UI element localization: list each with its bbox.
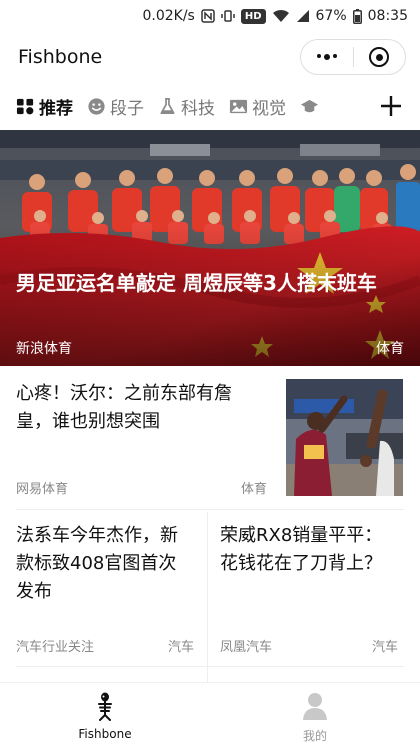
list-item[interactable]: 心疼！沃尔：之前东部有詹皇，谁也别想突围 网易体育 体育: [0, 366, 420, 506]
clock: 08:35: [367, 8, 408, 24]
article-category: 汽车: [167, 640, 194, 655]
more-dots-icon: [316, 54, 337, 60]
battery-percent: 67%: [315, 8, 347, 24]
battery-icon: [352, 8, 362, 24]
hero-source: 新浪体育: [16, 341, 72, 357]
wifi-icon: [272, 9, 290, 23]
hero-article[interactable]: 男足亚运名单敲定 周煜辰等3人搭末班车 新浪体育 体育: [0, 130, 420, 366]
close-miniprogram-button[interactable]: [354, 40, 406, 74]
nfc-icon: [201, 9, 215, 23]
tab-label: 段子: [110, 98, 144, 119]
smiley-icon: [88, 97, 105, 115]
nav-label: Fishbone: [78, 727, 132, 741]
tab-recommend[interactable]: 推荐: [16, 94, 73, 119]
nav-fishbone[interactable]: Fishbone: [0, 683, 210, 747]
article-category: 汽车: [371, 640, 398, 655]
category-tabs: 推荐 段子 科技 视觉: [0, 82, 420, 130]
network-speed: 0.02K/s: [142, 8, 195, 24]
nav-mine[interactable]: 我的: [210, 683, 420, 747]
grid-icon: [16, 98, 34, 114]
hero-title: 男足亚运名单敲定 周煜辰等3人搭末班车: [16, 271, 377, 295]
nav-label: 我的: [302, 729, 327, 743]
add-tab-button[interactable]: [362, 82, 420, 130]
title-bar: Fishbone: [0, 32, 420, 82]
tab-label: 推荐: [39, 98, 73, 119]
bottom-nav: Fishbone 我的: [0, 682, 420, 747]
hd-badge: HD: [240, 8, 266, 24]
article-source: 汽车行业关注: [16, 640, 95, 655]
tab-tech[interactable]: 科技: [158, 94, 215, 119]
article-thumbnail: [286, 379, 403, 496]
divider: [16, 666, 404, 667]
tab-visual[interactable]: 视觉: [229, 94, 286, 119]
flask-icon: [160, 97, 175, 114]
article-title: 法系车今年杰作，新款标致408官图首次发布: [16, 525, 178, 602]
grid-card[interactable]: 荣威RX8销量平平：花钱花在了刀背上？ 凤凰汽车 汽车: [204, 512, 408, 662]
tab-jokes[interactable]: 段子: [87, 94, 144, 119]
hero-category: 体育: [376, 341, 404, 357]
status-bar: 0.02K/s HD 67% 08:35: [0, 0, 420, 32]
article-title: 荣威RX8销量平平：花钱花在了刀背上？: [220, 525, 383, 574]
article-title: 心疼！沃尔：之前东部有詹皇，谁也别想突围: [16, 383, 232, 432]
divider: [16, 509, 404, 510]
more-button[interactable]: [301, 40, 353, 74]
tab-label: 视觉: [252, 98, 286, 119]
article-source: 凤凰汽车: [220, 640, 273, 655]
article-source: 网易体育: [16, 482, 69, 497]
vibrate-icon: [221, 9, 235, 23]
target-icon: [369, 47, 390, 67]
page-title: Fishbone: [18, 46, 103, 68]
grid-card[interactable]: 法系车今年杰作，新款标致408官图首次发布 汽车行业关注 汽车: [0, 512, 204, 662]
plus-icon: [381, 96, 401, 116]
article-category: 体育: [241, 482, 268, 497]
miniprogram-capsule: [300, 39, 406, 75]
image-icon: [229, 99, 248, 113]
tab-label: 科技: [181, 98, 215, 119]
person-icon: [303, 693, 327, 720]
signal-icon: [296, 9, 310, 23]
graduation-cap-icon: [300, 99, 319, 112]
fishbone-icon: [98, 692, 112, 721]
tab-education[interactable]: [300, 97, 319, 116]
